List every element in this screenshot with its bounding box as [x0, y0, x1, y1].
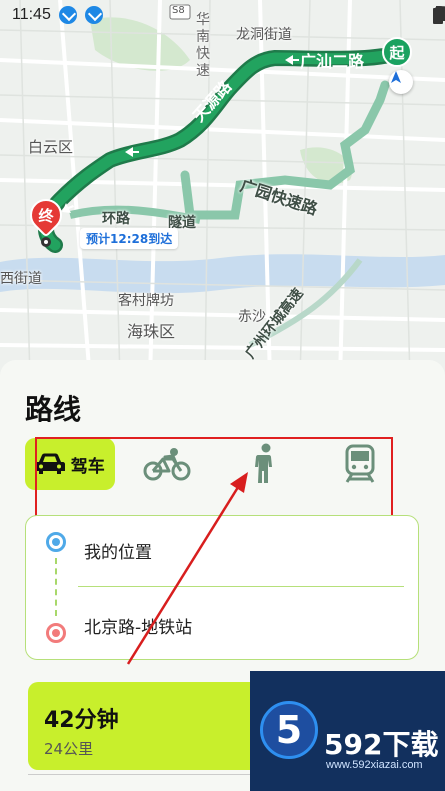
road-label: 广汕二路 — [300, 52, 365, 71]
watermark-url: www.592xiazai.com — [326, 759, 423, 771]
end-point-dot — [41, 237, 51, 247]
map-view[interactable]: S8 龙洞街道 白云区 客村牌坊 海珠区 赤沙 西街道 广汕二路 天源路 广园快… — [0, 0, 445, 380]
divider — [78, 586, 404, 587]
watermark-brand: 592下载 — [324, 728, 439, 761]
panel-title: 路线 — [25, 393, 82, 426]
route-distance: 24公里 — [44, 740, 94, 758]
district-label: 海珠区 — [127, 322, 176, 341]
watermark: 5 592下载 www.592xiazai.com — [250, 671, 445, 791]
watermark-logo: 5 — [260, 701, 318, 759]
district-label: 白云区 — [28, 138, 74, 156]
route-duration: 42分钟 — [44, 708, 119, 733]
origin-field[interactable]: 我的位置 — [84, 538, 152, 563]
place-label: 客村牌坊 — [118, 293, 174, 309]
destination-dot-icon — [46, 623, 66, 643]
status-bar: 11:45 — [0, 0, 445, 30]
route-connector — [55, 558, 57, 616]
battery-icon — [433, 6, 443, 24]
river — [0, 254, 445, 294]
eta-label: 预计12:28到达 — [80, 228, 179, 249]
status-time: 11:45 — [12, 6, 51, 23]
destination-field[interactable]: 北京路-地铁站 — [84, 613, 192, 638]
origin-dot-icon — [46, 532, 66, 552]
download-icon — [84, 6, 103, 24]
start-marker[interactable]: 起 — [382, 37, 412, 67]
road-label: 环路 — [102, 211, 130, 227]
map-roads — [0, 0, 445, 380]
place-label: 西街道 — [0, 271, 42, 287]
location-arrow-icon — [389, 70, 413, 94]
download-icon — [58, 6, 77, 24]
highlight-box — [35, 437, 393, 519]
location-card: 我的位置 北京路-地铁站 — [25, 515, 419, 660]
